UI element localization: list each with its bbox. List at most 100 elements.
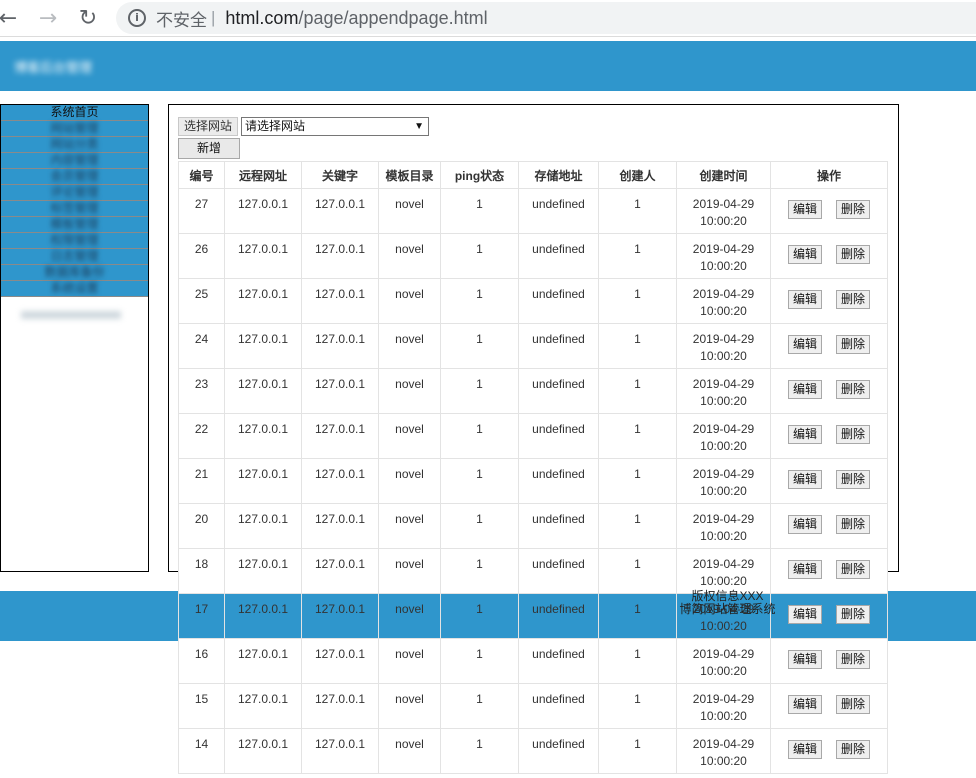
cell-storage: undefined <box>518 188 599 234</box>
info-icon[interactable]: i <box>128 9 146 27</box>
cell-created-time: 2019-04-29 10:00:20 <box>676 323 771 369</box>
edit-button[interactable]: 编辑 <box>788 335 822 354</box>
site-select[interactable]: 请选择网站 ▼ <box>241 117 429 136</box>
edit-button[interactable]: 编辑 <box>788 290 822 309</box>
brand-title: 博客后台管理 <box>14 60 93 75</box>
sidebar-item-0[interactable]: 系统首页 <box>1 105 148 121</box>
cell-id: 22 <box>178 413 225 459</box>
cell-ping: 1 <box>440 188 519 234</box>
sidebar-item-2[interactable]: 网站分类 <box>1 137 148 153</box>
column-header: 编号 <box>178 161 225 189</box>
edit-button[interactable]: 编辑 <box>788 740 822 759</box>
page-header <box>0 41 976 91</box>
cell-keyword: 127.0.0.1 <box>301 368 379 414</box>
sidebar-item-5[interactable]: 评论管理 <box>1 185 148 201</box>
sidebar-item-label: 网站分类 <box>50 137 99 151</box>
sidebar-item-3[interactable]: 内容管理 <box>1 153 148 169</box>
edit-button[interactable]: 编辑 <box>788 560 822 579</box>
back-arrow-icon[interactable]: ← <box>0 4 22 32</box>
sidebar-item-10[interactable]: 数据库备份 <box>1 265 148 281</box>
edit-button[interactable]: 编辑 <box>788 425 822 444</box>
cell-creator: 1 <box>598 368 677 414</box>
sidebar-item-9[interactable]: 日志管理 <box>1 249 148 265</box>
sidebar-extra-blurred <box>21 311 121 319</box>
delete-button[interactable]: 删除 <box>836 560 870 579</box>
add-button[interactable]: 新增 <box>178 138 240 159</box>
sidebar-item-7[interactable]: 模板管理 <box>1 217 148 233</box>
cell-creator: 1 <box>598 188 677 234</box>
table-header-row: 编号 远程网址 关键字 模板目录 ping状态 存储地址 创建人 创建时间 操作 <box>178 161 888 189</box>
forward-arrow-icon[interactable]: → <box>34 4 62 32</box>
cell-keyword: 127.0.0.1 <box>301 683 379 729</box>
cell-actions: 编辑 删除 <box>770 638 888 684</box>
cell-created-time: 2019-04-29 10:00:20 <box>676 548 771 594</box>
cell-url: 127.0.0.1 <box>224 368 302 414</box>
address-bar[interactable]: i 不安全 | html.com/page/appendpage.html <box>116 2 976 34</box>
cell-actions: 编辑 删除 <box>770 503 888 549</box>
edit-button[interactable]: 编辑 <box>788 650 822 669</box>
cell-keyword: 127.0.0.1 <box>301 503 379 549</box>
delete-button[interactable]: 删除 <box>836 650 870 669</box>
dropdown-arrow-icon: ▼ <box>414 121 424 132</box>
cell-creator: 1 <box>598 503 677 549</box>
cell-actions: 编辑 删除 <box>770 548 888 594</box>
cell-creator: 1 <box>598 278 677 324</box>
cell-keyword: 127.0.0.1 <box>301 593 379 639</box>
sidebar-item-6[interactable]: 标签管理 <box>1 201 148 217</box>
cell-keyword: 127.0.0.1 <box>301 548 379 594</box>
reload-icon[interactable]: ↻ <box>74 4 102 32</box>
created-date: 2019-04-29 <box>692 737 755 751</box>
edit-button[interactable]: 编辑 <box>788 515 822 534</box>
cell-id: 20 <box>178 503 225 549</box>
created-time: 10:00:20 <box>700 619 747 633</box>
created-date: 2019-04-29 <box>692 467 755 481</box>
cell-url: 127.0.0.1 <box>224 323 302 369</box>
edit-button[interactable]: 编辑 <box>788 245 822 264</box>
cell-template: novel <box>378 188 441 234</box>
cell-creator: 1 <box>598 728 677 774</box>
created-date: 2019-04-29 <box>692 242 755 256</box>
cell-id: 15 <box>178 683 225 729</box>
edit-button[interactable]: 编辑 <box>788 380 822 399</box>
delete-button[interactable]: 删除 <box>836 380 870 399</box>
cell-actions: 编辑 删除 <box>770 593 888 639</box>
cell-id: 23 <box>178 368 225 414</box>
sidebar-item-11[interactable]: 系统设置 <box>1 281 148 297</box>
cell-created-time: 2019-04-29 10:00:20 <box>676 188 771 234</box>
edit-button[interactable]: 编辑 <box>788 695 822 714</box>
created-date: 2019-04-29 <box>692 197 755 211</box>
cell-created-time: 2019-04-29 10:00:20 <box>676 683 771 729</box>
site-select-label: 选择网站 <box>178 117 239 136</box>
cell-template: novel <box>378 323 441 369</box>
sidebar-item-4[interactable]: 会员管理 <box>1 169 148 185</box>
delete-button[interactable]: 删除 <box>836 290 870 309</box>
cell-ping: 1 <box>440 413 519 459</box>
delete-button[interactable]: 删除 <box>836 245 870 264</box>
edit-button[interactable]: 编辑 <box>788 605 822 624</box>
column-header: 创建人 <box>598 161 677 189</box>
footer-copyright: 版权信息XXX 博简网站管理系统 <box>670 590 785 616</box>
column-header: 远程网址 <box>224 161 302 189</box>
delete-button[interactable]: 删除 <box>836 515 870 534</box>
sidebar-item-1[interactable]: 网站管理 <box>1 121 148 137</box>
created-date: 2019-04-29 <box>692 422 755 436</box>
edit-button[interactable]: 编辑 <box>788 470 822 489</box>
cell-url: 127.0.0.1 <box>224 638 302 684</box>
delete-button[interactable]: 删除 <box>836 605 870 624</box>
delete-button[interactable]: 删除 <box>836 740 870 759</box>
column-header: 存储地址 <box>518 161 599 189</box>
delete-button[interactable]: 删除 <box>836 200 870 219</box>
delete-button[interactable]: 删除 <box>836 425 870 444</box>
cell-template: novel <box>378 638 441 684</box>
edit-button[interactable]: 编辑 <box>788 200 822 219</box>
delete-button[interactable]: 删除 <box>836 335 870 354</box>
delete-button[interactable]: 删除 <box>836 695 870 714</box>
sidebar-item-8[interactable]: 权限管理 <box>1 233 148 249</box>
created-time: 10:00:20 <box>700 259 747 273</box>
column-header: 操作 <box>770 161 888 189</box>
table-row: 15 127.0.0.1 127.0.0.1 novel 1 undefined 1 2019… <box>178 683 888 729</box>
table-row: 21 127.0.0.1 127.0.0.1 novel 1 undefined 1 2019… <box>178 458 888 504</box>
created-time: 10:00:20 <box>700 304 747 318</box>
delete-button[interactable]: 删除 <box>836 470 870 489</box>
cell-id: 26 <box>178 233 225 279</box>
